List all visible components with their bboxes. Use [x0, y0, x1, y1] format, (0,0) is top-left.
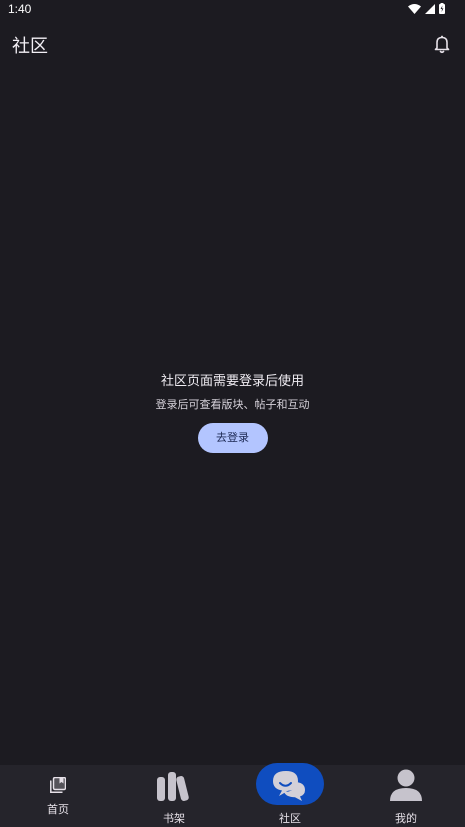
wifi-icon: [408, 3, 421, 14]
page-title: 社区: [12, 36, 48, 57]
login-required-title: 社区页面需要登录后使用: [160, 374, 304, 389]
home-library-icon: [50, 777, 66, 793]
nav-item-home[interactable]: 首页: [0, 765, 116, 827]
app-bar: 社区: [0, 24, 465, 64]
nav-label-mine: 我的: [395, 812, 417, 825]
nav-label-community: 社区: [279, 812, 301, 825]
nav-item-community[interactable]: 社区: [232, 763, 348, 827]
nav-item-mine[interactable]: 我的: [348, 765, 464, 827]
bell-icon[interactable]: [433, 34, 451, 54]
bookshelf-icon: [157, 772, 189, 801]
nav-item-bookshelf[interactable]: 书架: [116, 765, 232, 827]
cellular-signal-icon: [425, 3, 435, 14]
community-screen: 1:40 社区 社区页面需要登录后使用 登录后可查看版块、帖子和互动 去登录 首…: [0, 0, 465, 827]
login-required-panel: 社区页面需要登录后使用 登录后可查看版块、帖子和互动 去登录: [0, 372, 465, 453]
status-bar: 1:40: [0, 0, 465, 20]
person-icon: [390, 769, 422, 801]
nav-label-bookshelf: 书架: [163, 812, 185, 825]
chat-bubbles-icon: [273, 771, 305, 801]
bottom-nav: 首页 书架 社区 我的: [0, 763, 465, 827]
go-login-button[interactable]: 去登录: [197, 423, 268, 453]
battery-icon: [439, 3, 445, 14]
login-required-subtitle: 登录后可查看版块、帖子和互动: [155, 398, 310, 411]
status-time: 1:40: [8, 2, 32, 16]
status-icons: [408, 3, 445, 14]
nav-label-home: 首页: [47, 803, 69, 816]
